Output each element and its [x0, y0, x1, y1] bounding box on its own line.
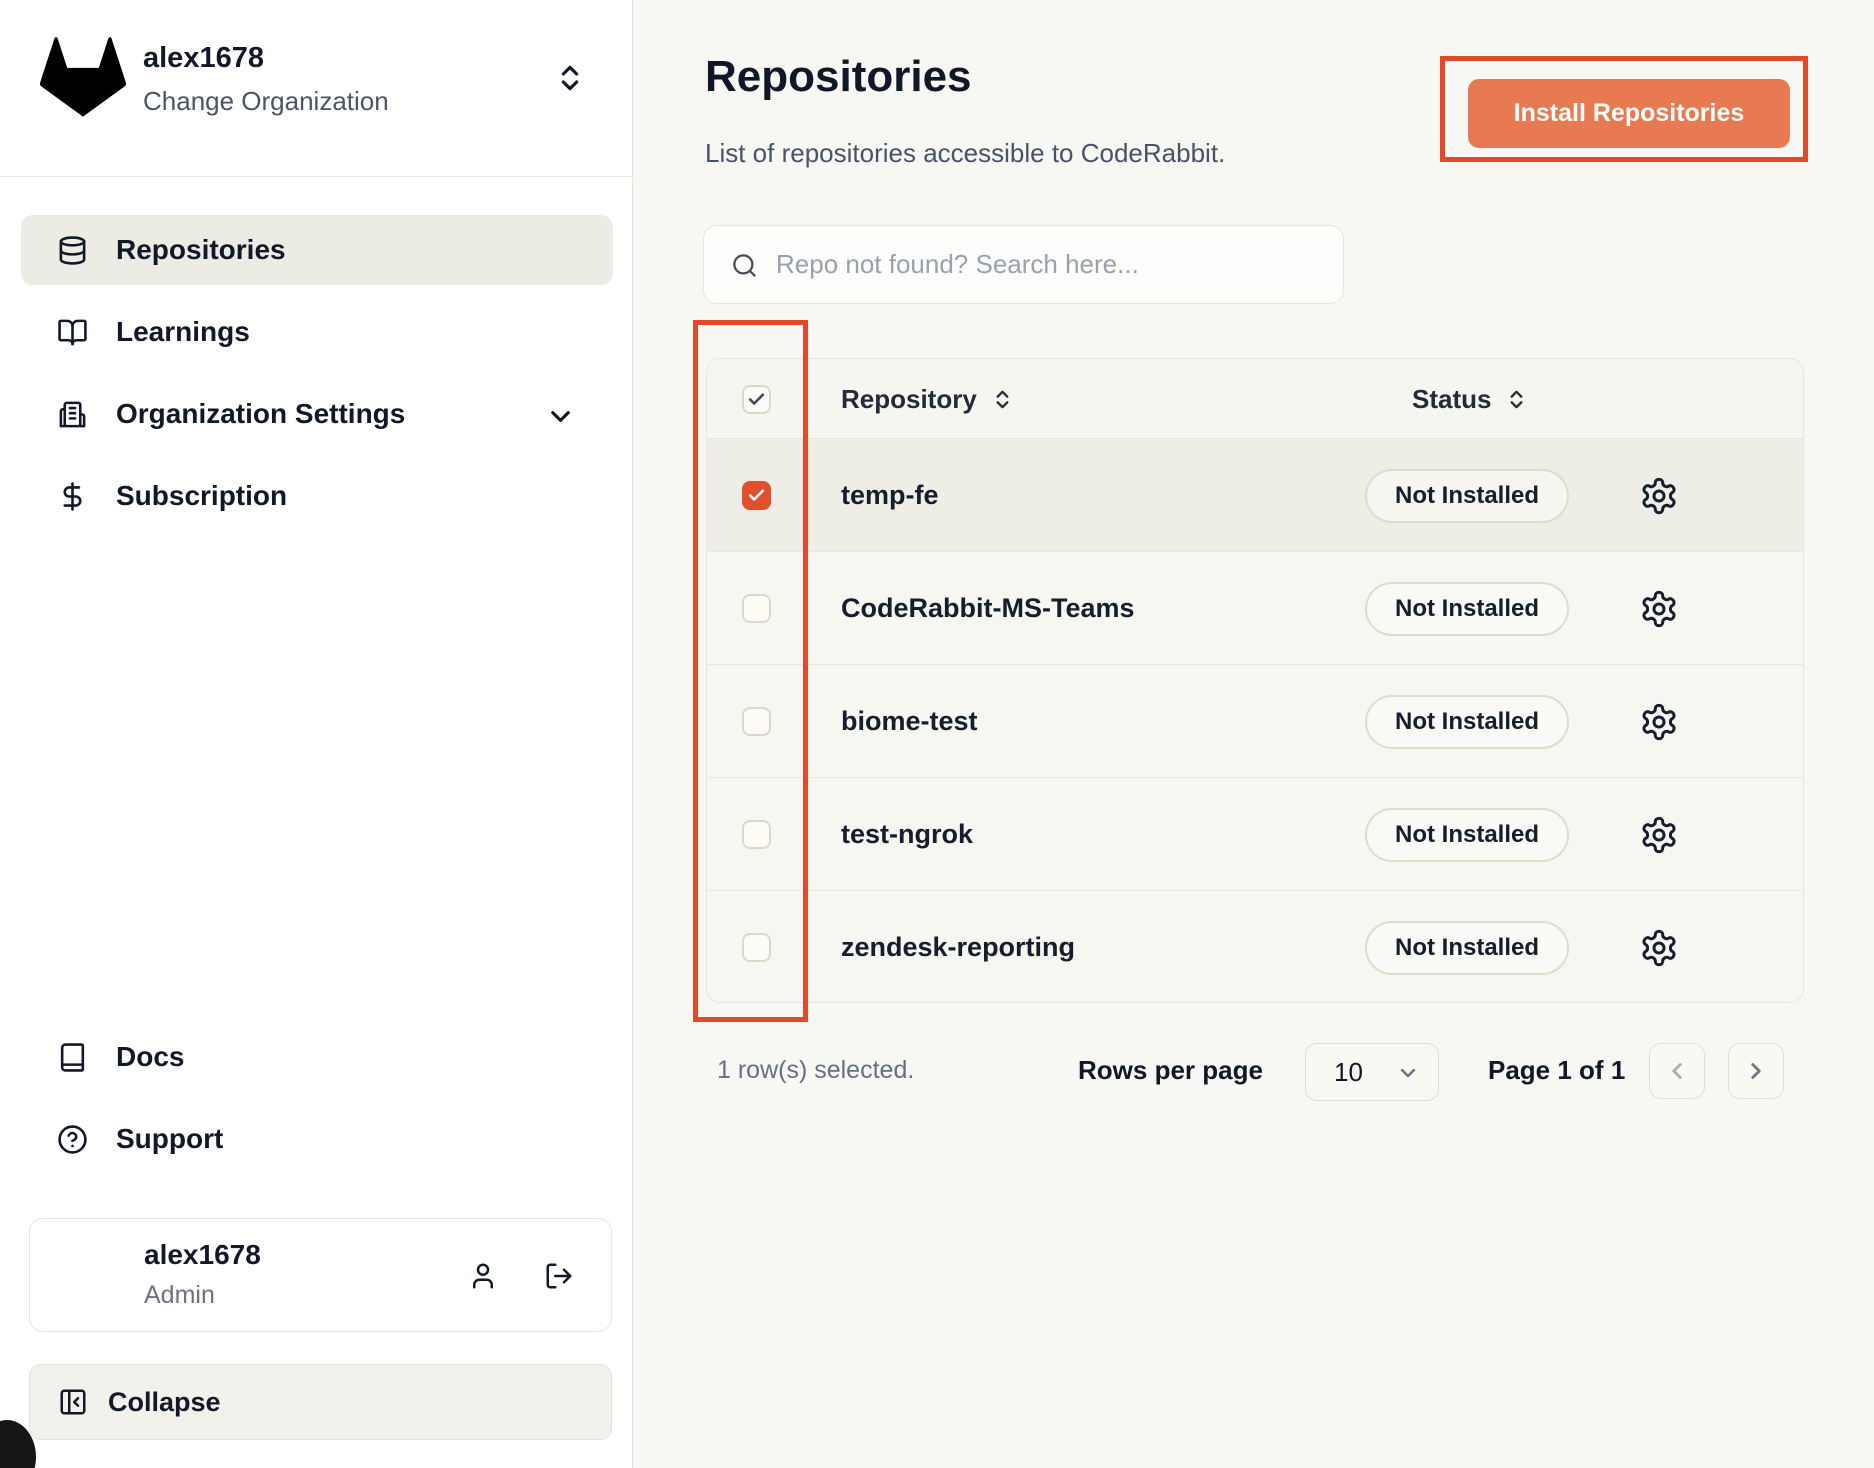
database-icon [57, 235, 88, 266]
status-badge: Not Installed [1365, 582, 1569, 636]
row-settings-button[interactable] [1639, 928, 1679, 968]
repository-name: biome-test [841, 665, 978, 778]
row-checkbox[interactable] [742, 594, 771, 623]
sidebar-item-label: Subscription [116, 480, 287, 512]
chevron-down-icon [1396, 1061, 1420, 1085]
sidebar-item-docs[interactable]: Docs [21, 1022, 613, 1092]
check-icon [747, 938, 766, 957]
select-all-checkbox[interactable] [742, 385, 771, 414]
table-row: biome-test Not Installed [707, 665, 1803, 778]
sort-icon [1505, 388, 1528, 411]
row-settings-button[interactable] [1639, 476, 1679, 516]
install-repositories-button[interactable]: Install Repositories [1468, 79, 1790, 148]
gear-icon [1639, 815, 1679, 855]
table-row: CodeRabbit-MS-Teams Not Installed [707, 552, 1803, 665]
collapse-sidebar-button[interactable]: Collapse [29, 1364, 612, 1440]
sidebar-item-support[interactable]: Support [21, 1104, 613, 1174]
gitlab-logo-icon [36, 30, 130, 124]
status-badge: Not Installed [1365, 808, 1569, 862]
rows-per-page-select[interactable]: 10 [1305, 1043, 1439, 1101]
row-checkbox[interactable] [742, 820, 771, 849]
rows-per-page-label: Rows per page [1078, 1055, 1263, 1086]
profile-button[interactable] [468, 1261, 498, 1291]
sidebar: alex1678 Change Organization Repositorie… [0, 0, 633, 1468]
page-indicator: Page 1 of 1 [1488, 1055, 1625, 1086]
check-icon [747, 712, 766, 731]
sidebar-item-label: Learnings [116, 316, 250, 348]
row-checkbox[interactable] [742, 933, 771, 962]
chevron-right-icon [1743, 1058, 1769, 1084]
dollar-icon [57, 481, 88, 512]
sort-icon [991, 388, 1014, 411]
help-icon [57, 1124, 88, 1155]
change-organization-label: Change Organization [143, 86, 389, 117]
page-subtitle: List of repositories accessible to CodeR… [705, 138, 1225, 169]
sidebar-item-organization-settings[interactable]: Organization Settings [21, 379, 613, 449]
table-header-row: Repository Status [707, 359, 1803, 439]
chevrons-up-down-icon[interactable] [554, 62, 586, 94]
chevron-left-icon [1664, 1058, 1690, 1084]
check-icon [747, 825, 766, 844]
row-settings-button[interactable] [1639, 815, 1679, 855]
org-name: alex1678 [143, 42, 264, 75]
page-title: Repositories [705, 52, 972, 102]
column-header-status[interactable]: Status [1412, 359, 1528, 439]
repo-search [703, 225, 1344, 304]
check-icon [747, 486, 766, 505]
sidebar-item-label: Repositories [116, 234, 286, 266]
avatar [48, 1238, 124, 1314]
check-icon [747, 599, 766, 618]
repository-name: zendesk-reporting [841, 891, 1075, 1003]
row-settings-button[interactable] [1639, 589, 1679, 629]
repository-name: CodeRabbit-MS-Teams [841, 552, 1135, 665]
sidebar-item-label: Organization Settings [116, 398, 405, 430]
user-card: alex1678 Admin [29, 1218, 612, 1332]
repositories-table: Repository Status temp-fe Not Installed … [706, 358, 1804, 1003]
gear-icon [1639, 476, 1679, 516]
table-row: zendesk-reporting Not Installed [707, 891, 1803, 1003]
sidebar-item-label: Docs [116, 1041, 184, 1073]
panel-left-close-icon [58, 1387, 88, 1417]
column-header-repository[interactable]: Repository [841, 359, 1014, 439]
org-switcher[interactable]: alex1678 Change Organization [0, 0, 633, 176]
book-open-icon [57, 317, 88, 348]
chevron-down-icon [545, 401, 576, 432]
sidebar-item-repositories[interactable]: Repositories [21, 215, 613, 285]
status-badge: Not Installed [1365, 469, 1569, 523]
rows-per-page-value: 10 [1334, 1057, 1363, 1088]
logout-button[interactable] [544, 1261, 574, 1291]
gear-icon [1639, 589, 1679, 629]
sidebar-item-label: Support [116, 1123, 223, 1155]
building-icon [57, 399, 88, 430]
row-settings-button[interactable] [1639, 702, 1679, 742]
table-row: temp-fe Not Installed [707, 439, 1803, 552]
search-icon [731, 252, 758, 279]
sidebar-divider [0, 176, 633, 177]
sidebar-item-subscription[interactable]: Subscription [21, 461, 613, 531]
user-name: alex1678 [144, 1239, 261, 1271]
docs-icon [57, 1042, 88, 1073]
previous-page-button[interactable] [1649, 1043, 1705, 1099]
check-icon [747, 390, 766, 409]
repository-name: temp-fe [841, 439, 939, 552]
repo-search-input[interactable] [776, 226, 1326, 303]
rows-selected-text: 1 row(s) selected. [717, 1056, 914, 1085]
repository-name: test-ngrok [841, 778, 973, 891]
gear-icon [1639, 928, 1679, 968]
row-checkbox[interactable] [742, 481, 771, 510]
logout-icon [544, 1261, 574, 1291]
next-page-button[interactable] [1728, 1043, 1784, 1099]
table-row: test-ngrok Not Installed [707, 778, 1803, 891]
sidebar-item-learnings[interactable]: Learnings [21, 297, 613, 367]
user-icon [468, 1261, 498, 1291]
status-badge: Not Installed [1365, 695, 1569, 749]
status-badge: Not Installed [1365, 921, 1569, 975]
user-role: Admin [144, 1281, 215, 1310]
gear-icon [1639, 702, 1679, 742]
row-checkbox[interactable] [742, 707, 771, 736]
collapse-label: Collapse [108, 1387, 221, 1418]
